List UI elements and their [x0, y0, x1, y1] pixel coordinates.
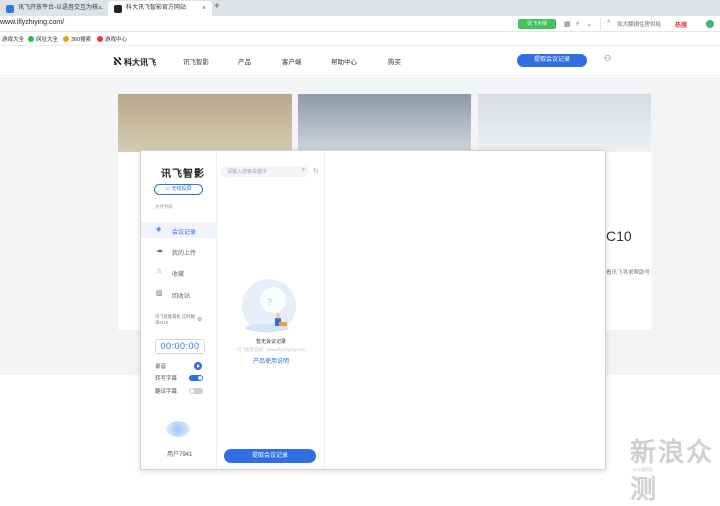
records-list-pane: ⌕ ↻ ? 暂无会议记录 讯飞智影官网：www.iflyzhiying.com …	[217, 151, 325, 469]
iflyzhiying-favicon-icon	[114, 5, 122, 13]
address-bar: www.iflyzhiying.com/ 讯飞大师 ▦ ⚡ ⌄ ⌕ 如大额捐住房…	[0, 16, 720, 32]
search-icon[interactable]: ⌕	[302, 167, 305, 174]
nav-item-client[interactable]: 客户端	[282, 56, 302, 66]
bookmark-favicon-icon	[97, 36, 103, 42]
sidebar-item-label: 会议记录	[172, 230, 197, 236]
bookmark-game-center[interactable]: 游戏中心	[97, 35, 127, 43]
close-icon[interactable]: ×	[98, 1, 102, 16]
site-logo[interactable]: ℵ 科大讯飞	[113, 55, 156, 68]
extract-minutes-button[interactable]: 提取会议记录	[517, 54, 587, 67]
tab-xfyun[interactable]: 讯飞开放平台-以语音交互为核... ×	[0, 1, 108, 16]
bookmark-game-list[interactable]: 游戏大全	[2, 35, 24, 43]
laptop-photo	[298, 94, 471, 152]
search-box: ⌕	[221, 166, 309, 177]
empty-state-title: 暂无会议记录	[255, 339, 286, 345]
recording-timer: 00:00:00	[155, 339, 205, 354]
lightning-icon[interactable]: ⚡	[575, 20, 580, 28]
transcribe-label: 转写字幕	[155, 376, 178, 382]
profile-icon[interactable]	[706, 20, 714, 28]
translate-toggle[interactable]	[189, 388, 203, 394]
layers-icon: ◈	[156, 226, 162, 233]
sidebar-item-trash[interactable]: ▥ 回收站	[141, 286, 216, 302]
wireless-cast-button[interactable]: ▭ 无线投屏	[154, 184, 203, 195]
toggle-knob	[198, 376, 202, 380]
watermark-sub: 什么值得买	[633, 467, 653, 472]
nav-item-product[interactable]: 产品	[238, 56, 251, 66]
product-hint: 看讯飞寻求帮助号	[606, 270, 651, 276]
extract-minutes-button[interactable]: 提取会议记录	[224, 449, 316, 463]
bookmark-favicon-icon	[28, 36, 34, 42]
meeting-photo	[118, 94, 292, 152]
cloud-icon: ☁	[156, 247, 163, 254]
bookmark-favicon-icon	[63, 36, 69, 42]
sidebar-item-favorites[interactable]: ☆ 收藏	[141, 264, 216, 280]
translate-label: 翻译字幕	[155, 389, 178, 395]
trash-icon: ▥	[156, 290, 163, 297]
nav-item-help[interactable]: 帮助中心	[331, 56, 357, 66]
app-sidebar: 讯飞智影 ▭ 无线投屏 文件列表 ◈ 会议记录 ☁ 我的上传 ☆ 收藏 ▥ 回收…	[141, 151, 217, 469]
search-icon: ⌕	[607, 18, 611, 25]
xfyun-favicon-icon	[6, 5, 14, 13]
sidebar-item-meeting-records[interactable]: ◈ 会议记录	[141, 222, 216, 238]
empty-state-hint: 讯飞智影官网：www.iflyzhiying.com	[236, 347, 306, 352]
new-tab-button[interactable]: +	[214, 1, 220, 12]
chevron-down-icon[interactable]: ⌄	[586, 20, 592, 28]
nav-item-zhiying[interactable]: 讯飞智影	[183, 56, 209, 66]
settings-icon[interactable]: ⚙	[197, 316, 202, 323]
star-icon: ☆	[156, 268, 163, 275]
sidebar-item-my-uploads[interactable]: ☁ 我的上传	[141, 243, 216, 259]
promo-text[interactable]: 讯飞智能耳机 实时翻译AI10	[155, 314, 195, 326]
usage-guide-link[interactable]: 产品使用说明	[217, 356, 325, 365]
product-model-label: C10	[606, 228, 632, 244]
nav-item-buy[interactable]: 购买	[388, 56, 401, 66]
svg-text:?: ?	[267, 297, 272, 307]
app-title: 讯飞智影	[161, 169, 205, 180]
toggle-knob	[190, 389, 194, 393]
empty-state-illustration: ?	[242, 279, 296, 333]
record-play-button[interactable]	[194, 362, 202, 370]
desktop-photo	[478, 94, 651, 152]
logo-mark-icon: ℵ	[113, 56, 122, 68]
tab-iflyzhiying[interactable]: 科大讯飞智影官方网站 ×	[108, 1, 212, 16]
tab-label: 科大讯飞智影官方网站	[126, 5, 187, 11]
browser-search[interactable]: ⌕ 如大额捐住房供给 热搜	[600, 18, 704, 30]
sidebar-item-label: 收藏	[172, 272, 185, 278]
app-window: — □ ✕ 讯飞智影 ▭ 无线投屏 文件列表 ◈ 会议记录 ☁ 我的上传 ☆ 收…	[140, 150, 606, 470]
sidebar-item-label: 回收站	[172, 294, 191, 300]
bookmark-360-search[interactable]: 360搜索	[63, 35, 91, 43]
bookmark-web-nav[interactable]: 网址大全	[28, 35, 58, 43]
hot-search-badge[interactable]: 热搜	[675, 20, 687, 29]
record-label: 录音	[155, 364, 167, 370]
grid-icon[interactable]: ▦	[564, 20, 571, 28]
close-icon[interactable]: ×	[202, 1, 206, 16]
transcribe-toggle[interactable]	[189, 375, 203, 381]
extension-button[interactable]: 讯飞大师	[518, 19, 556, 29]
tab-label: 讯飞开放平台-以语音交互为核...	[18, 5, 103, 11]
avatar[interactable]	[166, 421, 190, 437]
sidebar-item-label: 我的上传	[172, 251, 197, 257]
bookmarks-bar: 游戏大全 网址大全 360搜索 游戏中心	[0, 32, 720, 46]
file-list-label: 文件列表	[155, 204, 173, 209]
username: 用户7941	[167, 452, 193, 458]
search-input[interactable]	[227, 166, 297, 177]
browser-search-placeholder: 如大额捐住房供给	[617, 22, 662, 28]
browser-tab-bar: 讯飞开放平台-以语音交互为核... × 科大讯飞智影官方网站 × +	[0, 0, 720, 16]
url-field[interactable]: www.iflyzhiying.com/	[0, 19, 64, 26]
site-header: ℵ 科大讯飞 讯飞智影 产品 客户端 帮助中心 购买 提取会议记录 ⚇	[0, 46, 720, 76]
refresh-icon[interactable]: ↻	[313, 167, 319, 175]
user-icon[interactable]: ⚇	[604, 54, 611, 63]
record-detail-pane	[325, 151, 605, 469]
